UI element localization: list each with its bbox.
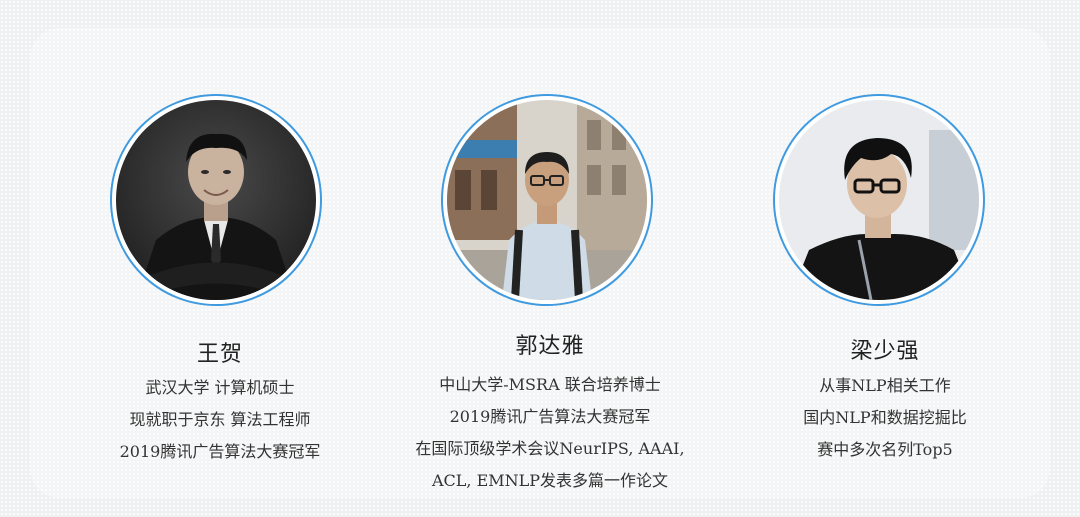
bio-line: 中山大学-MSRA 联合培养博士 [439,375,661,394]
person-bio: 武汉大学 计算机硕士 现就职于京东 算法工程师 2019腾讯广告算法大赛冠军 [55,372,385,468]
person-bio: 中山大学-MSRA 联合培养博士 2019腾讯广告算法大赛冠军 在国际顶级学术会… [385,369,715,497]
bio-line: ACL, EMNLP发表多篇一作论文 [431,471,669,490]
profile-photo-image [779,100,979,300]
bio-line: 从事NLP相关工作 [819,376,951,395]
bio-line: 2019腾讯广告算法大赛冠军 [119,442,321,461]
avatar [441,94,653,306]
profile-photo [447,100,647,300]
person-name: 王贺 [196,342,243,367]
bio-line: 武汉大学 计算机硕士 [145,378,295,397]
bio-line: 2019腾讯广告算法大赛冠军 [449,407,651,426]
bio-line: 赛中多次名列Top5 [817,440,953,459]
person-name: 郭达雅 [515,334,585,359]
profile-photo-image [447,100,647,300]
profile-photo-image [116,100,316,300]
person-name: 梁少强 [850,339,920,364]
profile-photo [116,100,316,300]
profile-photo [779,100,979,300]
bio-line: 现就职于京东 算法工程师 [129,410,311,429]
bio-line: 国内NLP和数据挖掘比 [803,408,967,427]
avatar [110,94,322,306]
avatar [773,94,985,306]
person-bio: 从事NLP相关工作 国内NLP和数据挖掘比 赛中多次名列Top5 [720,370,1050,466]
bio-line: 在国际顶级学术会议NeurIPS, AAAI, [415,439,685,458]
profiles-panel: 王贺 武汉大学 计算机硕士 现就职于京东 算法工程师 2019腾讯广告算法大赛冠… [30,28,1050,498]
